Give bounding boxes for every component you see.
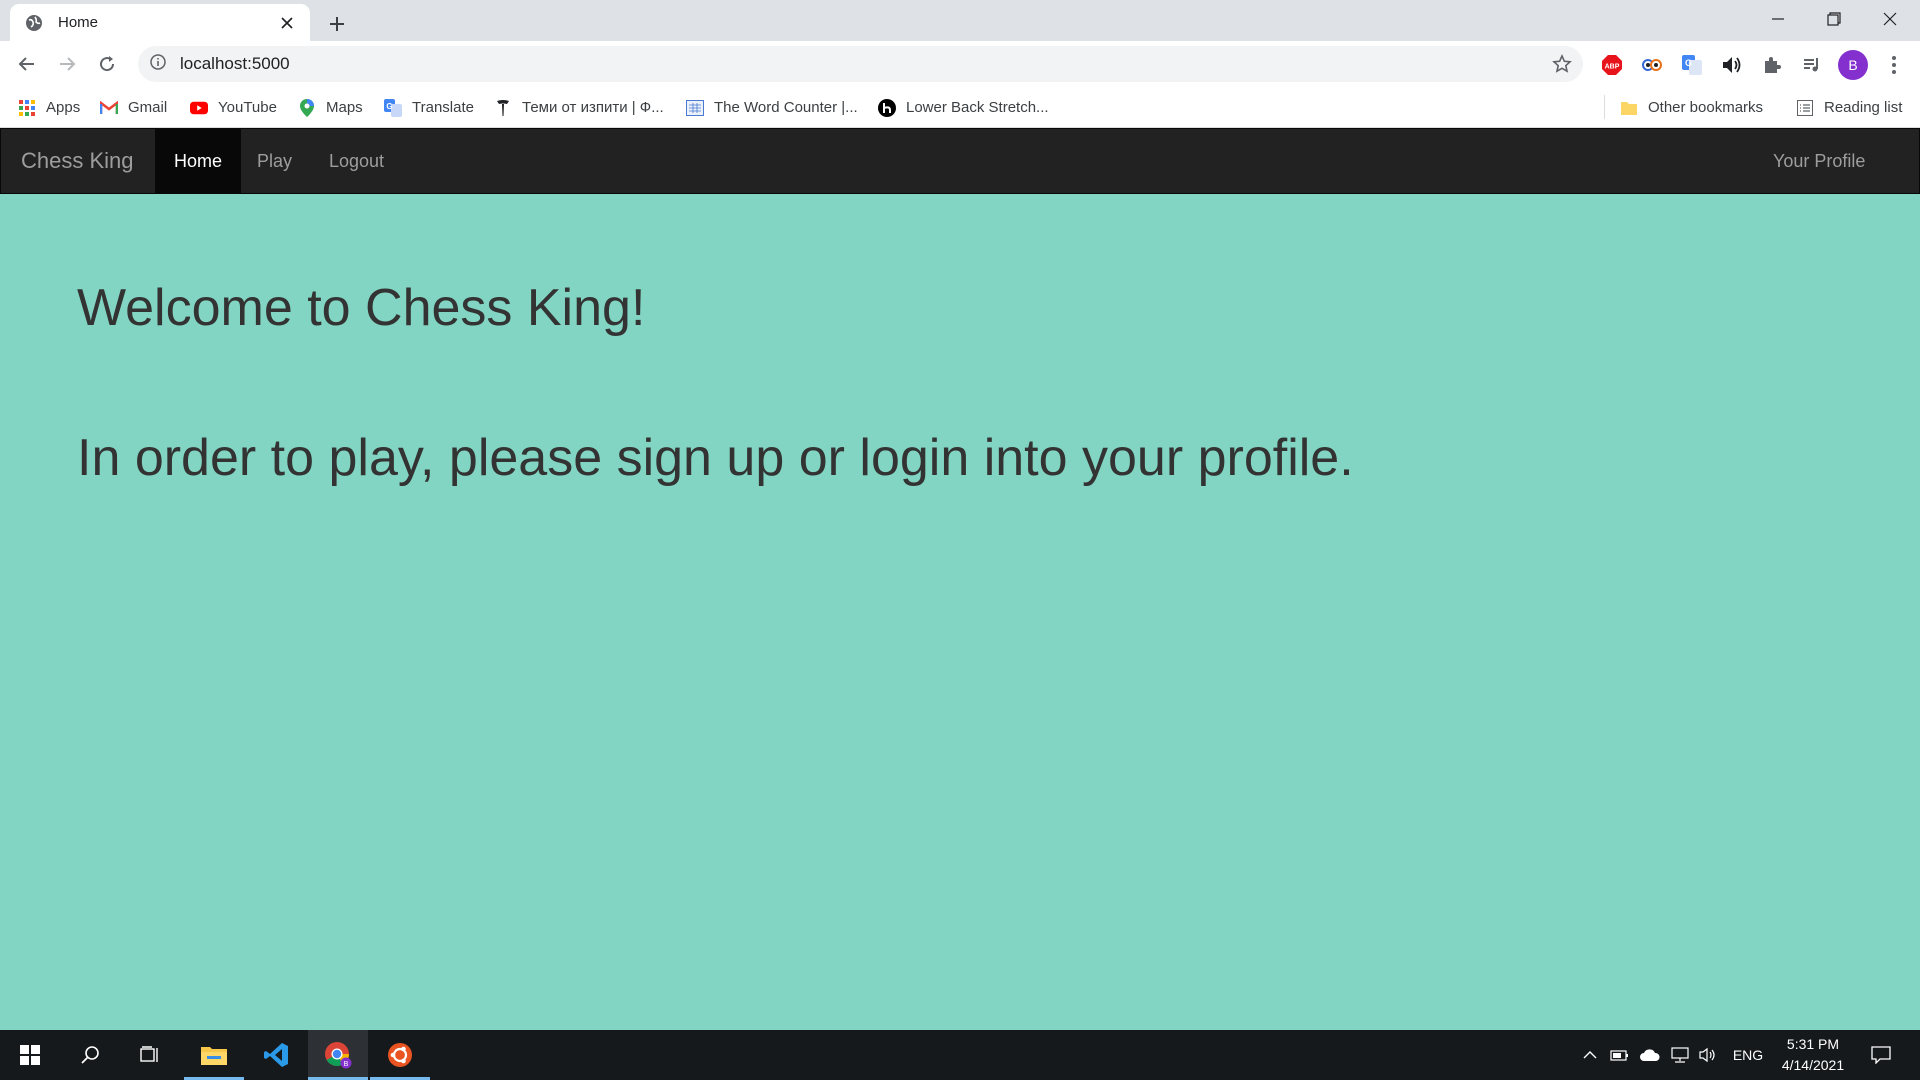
bookmark-label: Apps xyxy=(46,99,81,116)
bookmark-label: Reading list xyxy=(1824,99,1903,116)
bookmark-youtube[interactable]: YouTube xyxy=(190,87,277,128)
svg-text:ABP: ABP xyxy=(1605,64,1620,71)
url-text: localhost:5000 xyxy=(180,54,290,73)
extensions-puzzle-icon[interactable] xyxy=(1758,51,1786,79)
folder-icon xyxy=(1620,99,1638,117)
menu-dots-icon[interactable] xyxy=(1880,51,1908,79)
login-instruction: In order to play, please sign up or logi… xyxy=(77,429,1354,487)
youtube-icon xyxy=(190,99,208,117)
onedrive-cloud-icon[interactable] xyxy=(1638,1030,1662,1080)
svg-text:G: G xyxy=(386,102,392,111)
bookmark-exam-topics[interactable]: Теми от изпити | Ф... xyxy=(494,87,664,128)
taskbar-clock[interactable]: 5:31 PM 4/14/2021 xyxy=(1768,1034,1858,1076)
bookmark-gmail[interactable]: Gmail xyxy=(100,87,167,128)
bodybuilding-icon xyxy=(878,98,896,117)
media-queue-icon[interactable] xyxy=(1798,51,1826,79)
apps-grid-icon xyxy=(18,99,36,117)
globe-icon xyxy=(24,13,44,33)
bookmark-label: Other bookmarks xyxy=(1648,99,1764,116)
bookmark-label: Lower Back Stretch... xyxy=(906,99,1049,116)
vscode-icon[interactable] xyxy=(246,1030,306,1080)
notifications-icon[interactable] xyxy=(1866,1030,1896,1080)
bookmark-maps[interactable]: Maps xyxy=(298,87,363,128)
browser-tab-strip: Home xyxy=(0,0,1920,41)
adblock-icon[interactable]: ABP xyxy=(1598,51,1626,79)
browser-toolbar: localhost:5000 ABP G B xyxy=(0,41,1920,87)
minimize-icon[interactable] xyxy=(1750,0,1806,38)
gmail-icon xyxy=(100,99,118,117)
nav-home[interactable]: Home xyxy=(155,129,242,193)
bookmark-apps[interactable]: Apps xyxy=(18,87,80,128)
new-tab-icon[interactable] xyxy=(322,9,352,39)
profile-avatar[interactable]: B xyxy=(1838,50,1868,80)
eyes-extension-icon[interactable] xyxy=(1638,51,1666,79)
maps-icon xyxy=(298,98,316,117)
file-explorer-icon[interactable] xyxy=(184,1030,244,1080)
bookmark-label: Translate xyxy=(412,99,474,116)
site-info-icon[interactable] xyxy=(150,53,166,75)
svg-text:G: G xyxy=(1685,58,1692,68)
battery-icon[interactable] xyxy=(1608,1030,1632,1080)
volume-icon[interactable] xyxy=(1696,1030,1720,1080)
address-bar[interactable]: localhost:5000 xyxy=(138,46,1583,82)
site-navbar: Chess King Home Play Logout Your Profile xyxy=(0,128,1920,194)
reading-list-icon xyxy=(1796,99,1814,117)
chrome-taskbar-icon[interactable]: B xyxy=(308,1030,368,1080)
browser-tab[interactable]: Home xyxy=(10,4,310,41)
bookmark-label: YouTube xyxy=(218,99,277,116)
bookmark-star-icon[interactable] xyxy=(1551,53,1573,75)
nav-play[interactable]: Play xyxy=(238,129,311,193)
forward-arrow-icon[interactable] xyxy=(50,47,84,81)
back-arrow-icon[interactable] xyxy=(10,47,44,81)
bookmark-label: The Word Counter |... xyxy=(714,99,858,116)
tesla-icon xyxy=(494,99,512,117)
close-window-icon[interactable] xyxy=(1862,0,1918,38)
welcome-heading: Welcome to Chess King! xyxy=(77,279,646,337)
ubuntu-icon[interactable] xyxy=(370,1030,430,1080)
clock-time: 5:31 PM xyxy=(1786,1036,1840,1052)
task-view-icon[interactable] xyxy=(120,1030,180,1080)
google-translate-icon[interactable]: G xyxy=(1678,51,1706,79)
restore-icon[interactable] xyxy=(1806,0,1862,38)
close-tab-icon[interactable] xyxy=(276,12,298,34)
bookmark-label: Maps xyxy=(326,99,363,116)
translate-icon: G xyxy=(384,98,402,117)
reload-icon[interactable] xyxy=(90,47,124,81)
reading-list[interactable]: Reading list xyxy=(1796,87,1902,128)
clock-date: 4/14/2021 xyxy=(1781,1057,1845,1073)
network-icon[interactable] xyxy=(1668,1030,1692,1080)
nav-your-profile[interactable]: Your Profile xyxy=(1754,129,1884,193)
speaker-icon[interactable] xyxy=(1718,51,1746,79)
bookmark-translate[interactable]: G Translate xyxy=(384,87,474,128)
svg-text:B: B xyxy=(344,1061,349,1068)
chevron-up-icon[interactable] xyxy=(1580,1030,1600,1080)
tab-title: Home xyxy=(58,14,99,31)
bookmark-other-folder[interactable]: Other bookmarks xyxy=(1620,87,1763,128)
bookmark-lower-back-stretch[interactable]: Lower Back Stretch... xyxy=(878,87,1049,128)
input-language[interactable]: ENG xyxy=(1728,1030,1768,1080)
bookmarks-divider xyxy=(1604,95,1605,119)
windows-taskbar: B ENG 5:31 PM 4/14/2021 xyxy=(0,1030,1920,1080)
main-content: Welcome to Chess King! In order to play,… xyxy=(0,194,1920,1030)
windows-start-icon[interactable] xyxy=(0,1030,60,1080)
bookmarks-bar: Apps Gmail YouTube Maps G Translate Теми… xyxy=(0,87,1920,128)
nav-logout[interactable]: Logout xyxy=(310,129,403,193)
word-counter-icon xyxy=(686,99,704,117)
brand-link[interactable]: Chess King xyxy=(21,129,134,193)
search-icon[interactable] xyxy=(60,1030,120,1080)
bookmark-word-counter[interactable]: The Word Counter |... xyxy=(686,87,858,128)
bookmark-label: Теми от изпити | Ф... xyxy=(522,99,664,116)
bookmark-label: Gmail xyxy=(128,99,168,116)
